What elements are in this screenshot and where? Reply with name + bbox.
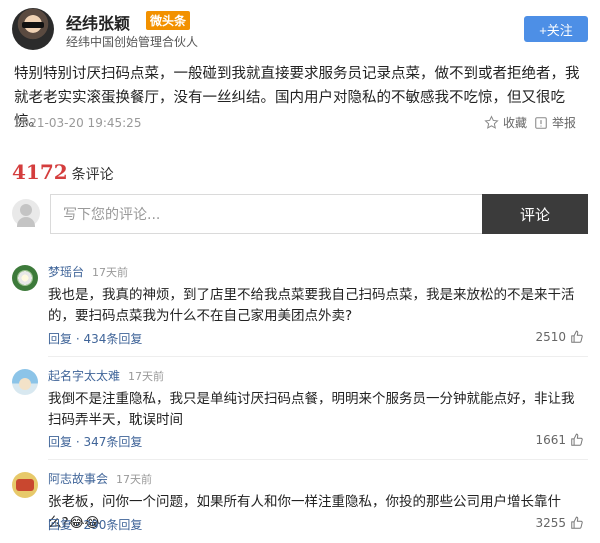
commenter-name[interactable]: 阿志故事会 bbox=[48, 472, 108, 486]
reply-label: 回复 bbox=[48, 332, 73, 346]
comment-text: 我也是，我真的神烦，到了店里不给我点菜要我自己扫码点菜，我是来放松的不是来干活的… bbox=[48, 287, 575, 324]
comment-submit-button[interactable]: 评论 bbox=[482, 194, 588, 234]
commenter-name-row: 起名字太太难 17天前 bbox=[48, 367, 164, 384]
comment-divider bbox=[48, 459, 588, 460]
commenter-name[interactable]: 梦瑶台 bbox=[48, 265, 84, 279]
comment-divider bbox=[48, 356, 588, 357]
like-count: 3255 bbox=[535, 516, 566, 530]
commenter-avatar[interactable] bbox=[12, 472, 38, 498]
comment-item: 梦瑶台 17天前 我也是，我真的神烦，到了店里不给我点菜要我自己扫码点菜，我是来放… bbox=[10, 263, 588, 349]
reply-link[interactable]: 回复 · 347条回复 bbox=[48, 433, 142, 450]
reply-link[interactable]: 回复 · 290条回复 bbox=[48, 516, 142, 533]
reply-count: 347条回复 bbox=[83, 435, 143, 449]
thumbs-up-icon bbox=[571, 330, 583, 343]
comment-text: 我倒不是注重隐私，我只是单纯讨厌扫码点餐，明明来个服务员一分钟就能点好，非让我扫… bbox=[48, 391, 575, 428]
reply-label: 回复 bbox=[48, 435, 73, 449]
reply-count: 434条回复 bbox=[83, 332, 143, 346]
like-button[interactable]: 2510 bbox=[535, 330, 584, 344]
comment-count: 4172 条评论 bbox=[12, 160, 114, 184]
user-avatar-placeholder bbox=[12, 199, 40, 227]
like-count: 1661 bbox=[535, 433, 566, 447]
reply-link[interactable]: 回复 · 434条回复 bbox=[48, 330, 142, 347]
report-button[interactable]: 举报 bbox=[534, 114, 576, 131]
author-name[interactable]: 经纬张颖 bbox=[66, 10, 130, 34]
comment-time: 17天前 bbox=[92, 266, 129, 279]
comment-count-label: 条评论 bbox=[71, 167, 114, 183]
reply-count: 290条回复 bbox=[83, 518, 143, 532]
author-header: 经纬张颖 微头条 经纬中国创始管理合伙人 +关注 bbox=[10, 6, 590, 54]
post-date: 2021-03-20 19:45:25 bbox=[14, 116, 142, 130]
favorite-label: 收藏 bbox=[503, 116, 528, 130]
comment-time: 17天前 bbox=[128, 370, 165, 383]
thumbs-up-icon bbox=[571, 433, 583, 446]
author-avatar[interactable] bbox=[12, 8, 54, 50]
comment-item: 起名字太太难 17天前 我倒不是注重隐私，我只是单纯讨厌扫码点餐，明明来个服务员一… bbox=[10, 367, 588, 453]
like-button[interactable]: 3255 bbox=[535, 516, 584, 530]
commenter-name[interactable]: 起名字太太难 bbox=[48, 369, 120, 383]
report-icon bbox=[535, 116, 547, 129]
commenter-name-row: 阿志故事会 17天前 bbox=[48, 470, 152, 487]
comment-count-number: 4172 bbox=[12, 160, 68, 184]
star-icon bbox=[484, 115, 499, 129]
like-count: 2510 bbox=[535, 330, 566, 344]
favorite-button[interactable]: 收藏 bbox=[484, 114, 527, 131]
weitoutiao-badge: 微头条 bbox=[146, 11, 191, 30]
report-label: 举报 bbox=[552, 116, 577, 130]
comment-time: 17天前 bbox=[116, 473, 153, 486]
commenter-avatar[interactable] bbox=[12, 369, 38, 395]
comment-item: 阿志故事会 17天前 张老板，问你一个问题，如果所有人和你一样注重隐私，你投的那些… bbox=[10, 470, 588, 540]
follow-button[interactable]: +关注 bbox=[524, 16, 588, 42]
post-meta: 2021-03-20 19:45:25 收藏 举报 bbox=[14, 114, 586, 134]
commenter-name-row: 梦瑶台 17天前 bbox=[48, 263, 128, 280]
author-description: 经纬中国创始管理合伙人 bbox=[66, 35, 199, 49]
comment-input[interactable]: 写下您的评论... bbox=[50, 194, 482, 234]
comment-input-row: 写下您的评论... 评论 bbox=[10, 194, 590, 234]
thumbs-up-icon bbox=[571, 516, 583, 529]
like-button[interactable]: 1661 bbox=[535, 433, 584, 447]
reply-label: 回复 bbox=[48, 518, 73, 532]
commenter-avatar[interactable] bbox=[12, 265, 38, 291]
